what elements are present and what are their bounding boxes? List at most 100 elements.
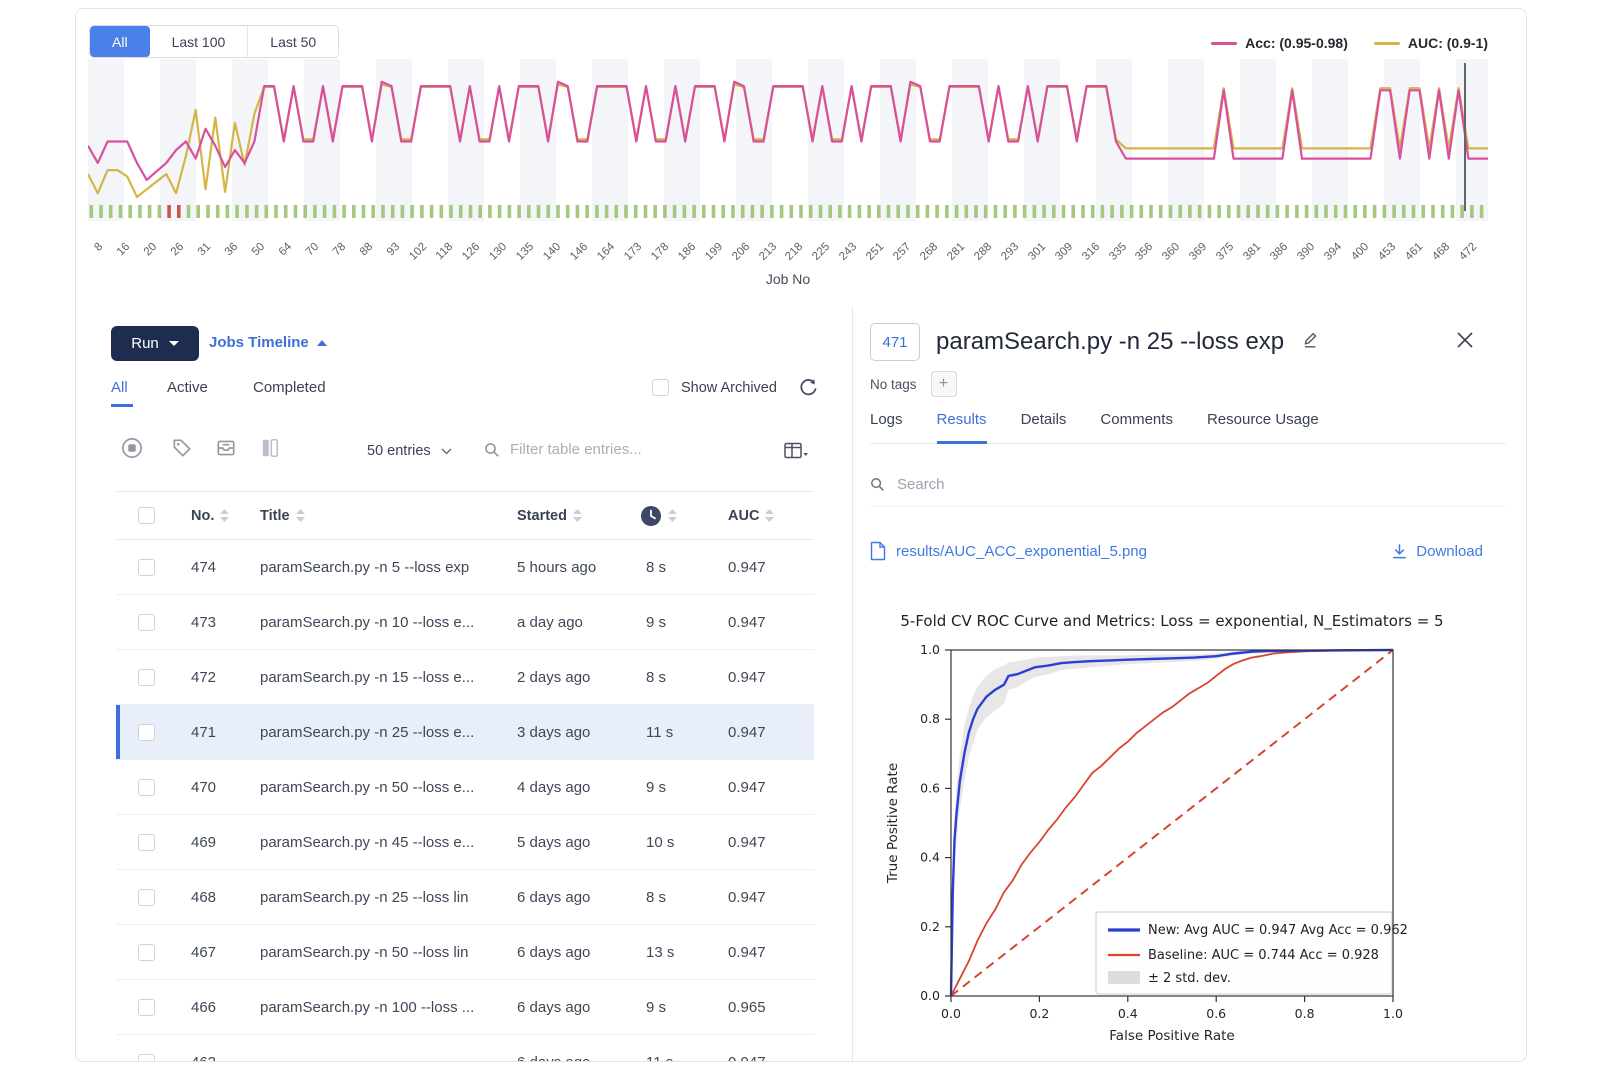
cell-duration: 13 s xyxy=(646,925,674,979)
svg-text:True Positive Rate: True Positive Rate xyxy=(885,763,901,884)
cell-auc: 0.947 xyxy=(728,925,766,979)
cell-duration: 9 s xyxy=(646,595,666,649)
row-checkbox[interactable] xyxy=(138,669,155,686)
cell-no: 470 xyxy=(191,760,216,814)
file-icon xyxy=(870,541,886,561)
refresh-icon[interactable] xyxy=(798,377,818,402)
row-checkbox[interactable] xyxy=(138,999,155,1016)
select-all-checkbox[interactable] xyxy=(138,507,155,524)
entries-dropdown[interactable]: 50 entries xyxy=(367,443,452,459)
table-row[interactable]: 462--6 days ago11 s0.947 xyxy=(116,1035,814,1062)
cell-no: 462 xyxy=(191,1035,216,1062)
tab-results[interactable]: Results xyxy=(937,411,987,444)
row-checkbox[interactable] xyxy=(138,614,155,631)
cell-duration: 8 s xyxy=(646,540,666,594)
svg-text:0.6: 0.6 xyxy=(1206,1006,1226,1021)
stop-icon[interactable] xyxy=(121,437,143,464)
table-row[interactable]: 468paramSearch.py -n 25 --loss lin6 days… xyxy=(116,870,814,925)
table-row[interactable]: 467paramSearch.py -n 50 --loss lin6 days… xyxy=(116,925,814,980)
row-checkbox[interactable] xyxy=(138,1054,155,1063)
table-row[interactable]: 469paramSearch.py -n 45 --loss e...5 day… xyxy=(116,815,814,870)
cell-title: paramSearch.py -n 50 --loss e... xyxy=(260,760,510,814)
acc-line-swatch xyxy=(1211,42,1237,45)
tab-logs[interactable]: Logs xyxy=(870,411,903,443)
tab-last-100[interactable]: Last 100 xyxy=(150,26,249,57)
auc-line-swatch xyxy=(1374,42,1400,45)
table-row[interactable]: 474 paramSearch.py -n 5 --loss exp5 hours… xyxy=(116,540,814,595)
tab-comments[interactable]: Comments xyxy=(1100,411,1173,443)
row-checkbox[interactable] xyxy=(138,834,155,851)
cell-started: 5 hours ago xyxy=(517,540,596,594)
svg-text:1.0: 1.0 xyxy=(1383,1006,1403,1021)
cell-started: 5 days ago xyxy=(517,815,590,869)
cell-started: 2 days ago xyxy=(517,650,590,704)
legend-auc-label: AUC: (0.9-1) xyxy=(1408,35,1488,51)
jobs-table: No. Title Started AUC 474 paramSearch.py … xyxy=(116,491,814,1062)
tab-all-jobs[interactable]: All xyxy=(90,26,150,57)
legend-acc-label: Acc: (0.95-0.98) xyxy=(1245,35,1348,51)
svg-text:New: Avg AUC = 0.947 Avg Acc =: New: Avg AUC = 0.947 Avg Acc = 0.962 xyxy=(1148,923,1408,938)
header-duration[interactable] xyxy=(640,492,677,539)
cell-auc: 0.947 xyxy=(728,705,766,759)
cell-auc: 0.965 xyxy=(728,980,766,1034)
row-checkbox[interactable] xyxy=(138,889,155,906)
cell-started: 6 days ago xyxy=(517,980,590,1034)
legend-acc: Acc: (0.95-0.98) xyxy=(1211,35,1348,51)
table-row[interactable]: 472paramSearch.py -n 15 --loss e...2 day… xyxy=(116,650,814,705)
compare-columns-icon[interactable] xyxy=(259,437,281,464)
show-archived-control: Show Archived xyxy=(652,379,777,396)
add-tag-button[interactable]: + xyxy=(931,371,957,397)
table-row[interactable]: 466paramSearch.py -n 100 --loss ...6 day… xyxy=(116,980,814,1035)
download-button[interactable]: Download xyxy=(1391,543,1483,560)
execution-title: paramSearch.py -n 25 --loss exp xyxy=(936,328,1284,356)
filter-table-input[interactable] xyxy=(508,440,732,459)
table-row-selected[interactable]: 471paramSearch.py -n 25 --loss e...3 day… xyxy=(116,705,814,760)
show-archived-checkbox[interactable] xyxy=(652,379,669,396)
table-row[interactable]: 473paramSearch.py -n 10 --loss e...a day… xyxy=(116,595,814,650)
tag-icon[interactable] xyxy=(171,437,193,464)
active-tab-underline xyxy=(111,404,133,407)
tab-all[interactable]: All xyxy=(111,379,128,396)
result-file-link[interactable]: results/AUC_ACC_exponential_5.png xyxy=(870,541,1147,561)
result-file-name: results/AUC_ACC_exponential_5.png xyxy=(896,543,1147,560)
sort-icon xyxy=(668,509,677,522)
results-search-input[interactable] xyxy=(895,475,1299,494)
svg-text:0.8: 0.8 xyxy=(920,711,940,726)
jobs-timeline-toggle[interactable]: Jobs Timeline xyxy=(209,334,327,351)
cell-no: 466 xyxy=(191,980,216,1034)
cell-no: 474 xyxy=(191,540,216,594)
svg-text:False Positive Rate: False Positive Rate xyxy=(1109,1028,1234,1044)
row-checkbox[interactable] xyxy=(138,779,155,796)
tab-completed[interactable]: Completed xyxy=(253,379,326,396)
main-card: All Last 100 Last 50 Acc: (0.95-0.98) AU… xyxy=(75,8,1527,1062)
close-icon[interactable] xyxy=(1456,331,1474,354)
cell-title: paramSearch.py -n 5 --loss exp xyxy=(260,540,510,594)
row-checkbox[interactable] xyxy=(138,724,155,741)
search-icon xyxy=(484,442,500,458)
archive-icon[interactable] xyxy=(215,437,237,464)
tab-resource-usage[interactable]: Resource Usage xyxy=(1207,411,1319,443)
table-row[interactable]: 470paramSearch.py -n 50 --loss e...4 day… xyxy=(116,760,814,815)
row-checkbox[interactable] xyxy=(138,944,155,961)
tab-last-50[interactable]: Last 50 xyxy=(248,26,338,57)
header-started[interactable]: Started xyxy=(517,492,582,539)
cell-auc: 0.947 xyxy=(728,1035,766,1062)
header-title[interactable]: Title xyxy=(260,492,305,539)
header-auc[interactable]: AUC xyxy=(728,492,774,539)
cell-no: 473 xyxy=(191,595,216,649)
tab-details[interactable]: Details xyxy=(1021,411,1067,443)
column-picker-icon[interactable] xyxy=(783,440,809,467)
edit-pencil-icon[interactable] xyxy=(1300,330,1320,355)
tab-active[interactable]: Active xyxy=(167,379,208,396)
row-checkbox[interactable] xyxy=(138,559,155,576)
download-icon xyxy=(1391,543,1408,560)
cell-started: 3 days ago xyxy=(517,705,590,759)
svg-text:0.4: 0.4 xyxy=(920,850,940,865)
svg-text:1.0: 1.0 xyxy=(920,642,940,657)
cell-started: 6 days ago xyxy=(517,870,590,924)
svg-text:0.0: 0.0 xyxy=(941,1006,961,1021)
header-no[interactable]: No. xyxy=(191,492,229,539)
cell-started: a day ago xyxy=(517,595,583,649)
jobs-metric-chart[interactable] xyxy=(88,59,1488,221)
run-button[interactable]: Run xyxy=(111,326,199,361)
